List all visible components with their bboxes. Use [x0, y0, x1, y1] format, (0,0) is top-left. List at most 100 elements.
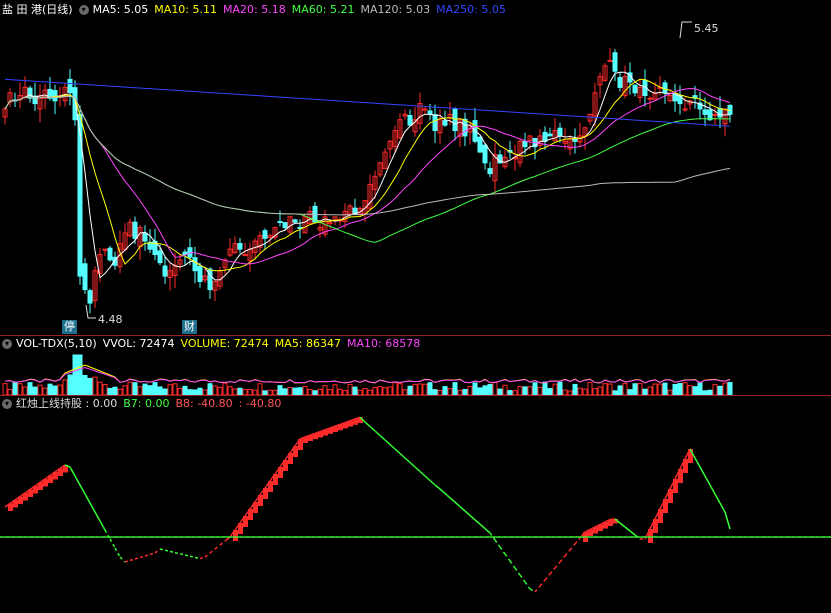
red-candle-bar [333, 426, 338, 432]
candle-body [482, 144, 488, 164]
volume-bar [132, 382, 138, 395]
volume-bar [122, 385, 128, 395]
volume-bar [467, 386, 473, 395]
red-candle-bar [13, 500, 18, 508]
volume-bar [147, 385, 153, 395]
volume-bar [142, 383, 148, 395]
oscillator-segment [204, 552, 211, 558]
volume-bar [222, 382, 228, 395]
oscillator-segment [444, 492, 451, 499]
candle-body [162, 265, 168, 277]
volume-panel[interactable]: ▾ VOL-TDX(5,10) VVOL: 72474 VOLUME: 7247… [0, 335, 831, 395]
red-candle-bar [273, 474, 278, 485]
oscillator-segment [474, 519, 481, 525]
oscillator-segment [424, 475, 431, 482]
red-candle-bar [43, 479, 48, 487]
red-candle-bar [658, 509, 663, 523]
candle-body [617, 77, 623, 88]
volume-bar [502, 384, 508, 395]
candle-body [197, 265, 203, 282]
oscillator-segment [534, 585, 541, 593]
volume-bar [662, 382, 668, 395]
volume-bar [417, 383, 423, 395]
oscillator-segment [539, 579, 546, 587]
oscillator-segment [169, 550, 176, 554]
volume-bar [397, 383, 403, 395]
kline-chart[interactable] [0, 0, 831, 335]
red-candle-bar [278, 467, 283, 478]
candle-body [672, 93, 678, 102]
oscillator-segment [89, 502, 96, 513]
volume-bar [112, 386, 118, 395]
low-price-label: 4.48 [98, 313, 123, 326]
candle-body [157, 250, 163, 264]
red-candle-bar [233, 530, 238, 541]
red-candle-bar [243, 516, 248, 527]
volume-bar [492, 381, 498, 395]
volume-bar [287, 387, 293, 395]
candle-body [87, 290, 93, 304]
suspension-event-marker[interactable]: 停 [62, 320, 77, 334]
oscillator-segment [364, 421, 371, 428]
candle-body [477, 136, 483, 153]
red-candle-bar [348, 420, 353, 427]
indicator-panel[interactable]: ▾ 红烛上线持股 : 0.00 B7: 0.00 B8: -40.80 : -4… [0, 395, 831, 613]
candle-body [142, 232, 148, 242]
red-candle-bar [608, 519, 613, 526]
volume-bar [377, 386, 383, 395]
oscillator-segment [409, 461, 416, 468]
candle-body [572, 138, 578, 142]
red-candle-bar [253, 502, 258, 513]
volume-bar [352, 386, 358, 395]
oscillator-segment [504, 553, 511, 562]
volume-bar [72, 354, 78, 395]
red-candle-bar [293, 446, 298, 457]
oscillator-segment [699, 466, 706, 477]
volume-bar [407, 385, 413, 395]
red-candle-bar [48, 475, 53, 483]
volume-bar [97, 381, 103, 395]
volume-bar [167, 384, 173, 395]
oscillator-segment [174, 551, 181, 555]
oscillator-segment [629, 530, 636, 536]
kline-panel[interactable]: 盐 田 港(日线) ▾ MA5: 5.05 MA10: 5.11 MA20: 5… [0, 0, 831, 335]
volume-bar [17, 383, 23, 395]
ma5-line [4, 71, 730, 281]
high-price-label: 5.45 [694, 22, 719, 35]
volume-bar [52, 385, 58, 395]
red-candle-bar [678, 469, 683, 483]
volume-bar [372, 387, 378, 395]
oscillator-segment [719, 502, 726, 513]
red-candle-bar [683, 459, 688, 473]
red-candle-bar [308, 435, 313, 441]
candle-body [632, 84, 638, 94]
volume-bar [67, 374, 73, 395]
indicator-chart[interactable] [0, 395, 831, 613]
red-candle-bar [288, 453, 293, 464]
oscillator-segment [514, 567, 521, 576]
financial-event-marker[interactable]: 财 [182, 320, 197, 334]
red-candle-bar [588, 529, 593, 536]
candle-body [427, 110, 433, 115]
candle-body [462, 118, 468, 137]
volume-bar [477, 387, 483, 395]
red-candle-bar [18, 496, 23, 504]
oscillator-segment [109, 538, 116, 549]
oscillator-segment [369, 425, 376, 432]
candle-body [452, 108, 458, 132]
candle-body [207, 268, 213, 291]
candle-body [292, 219, 298, 223]
candle-body [542, 131, 548, 142]
oscillator-segment [709, 484, 716, 495]
candle-body [262, 230, 268, 239]
oscillator-segment [114, 547, 121, 558]
volume-bar [197, 387, 203, 395]
red-candle-bar [353, 419, 358, 425]
candle-body [27, 87, 33, 99]
volume-bar [537, 386, 543, 395]
volume-bar [32, 386, 38, 395]
oscillator-segment [529, 588, 536, 593]
volume-bar [47, 383, 53, 395]
volume-chart[interactable] [0, 335, 831, 395]
oscillator-segment [394, 448, 401, 455]
